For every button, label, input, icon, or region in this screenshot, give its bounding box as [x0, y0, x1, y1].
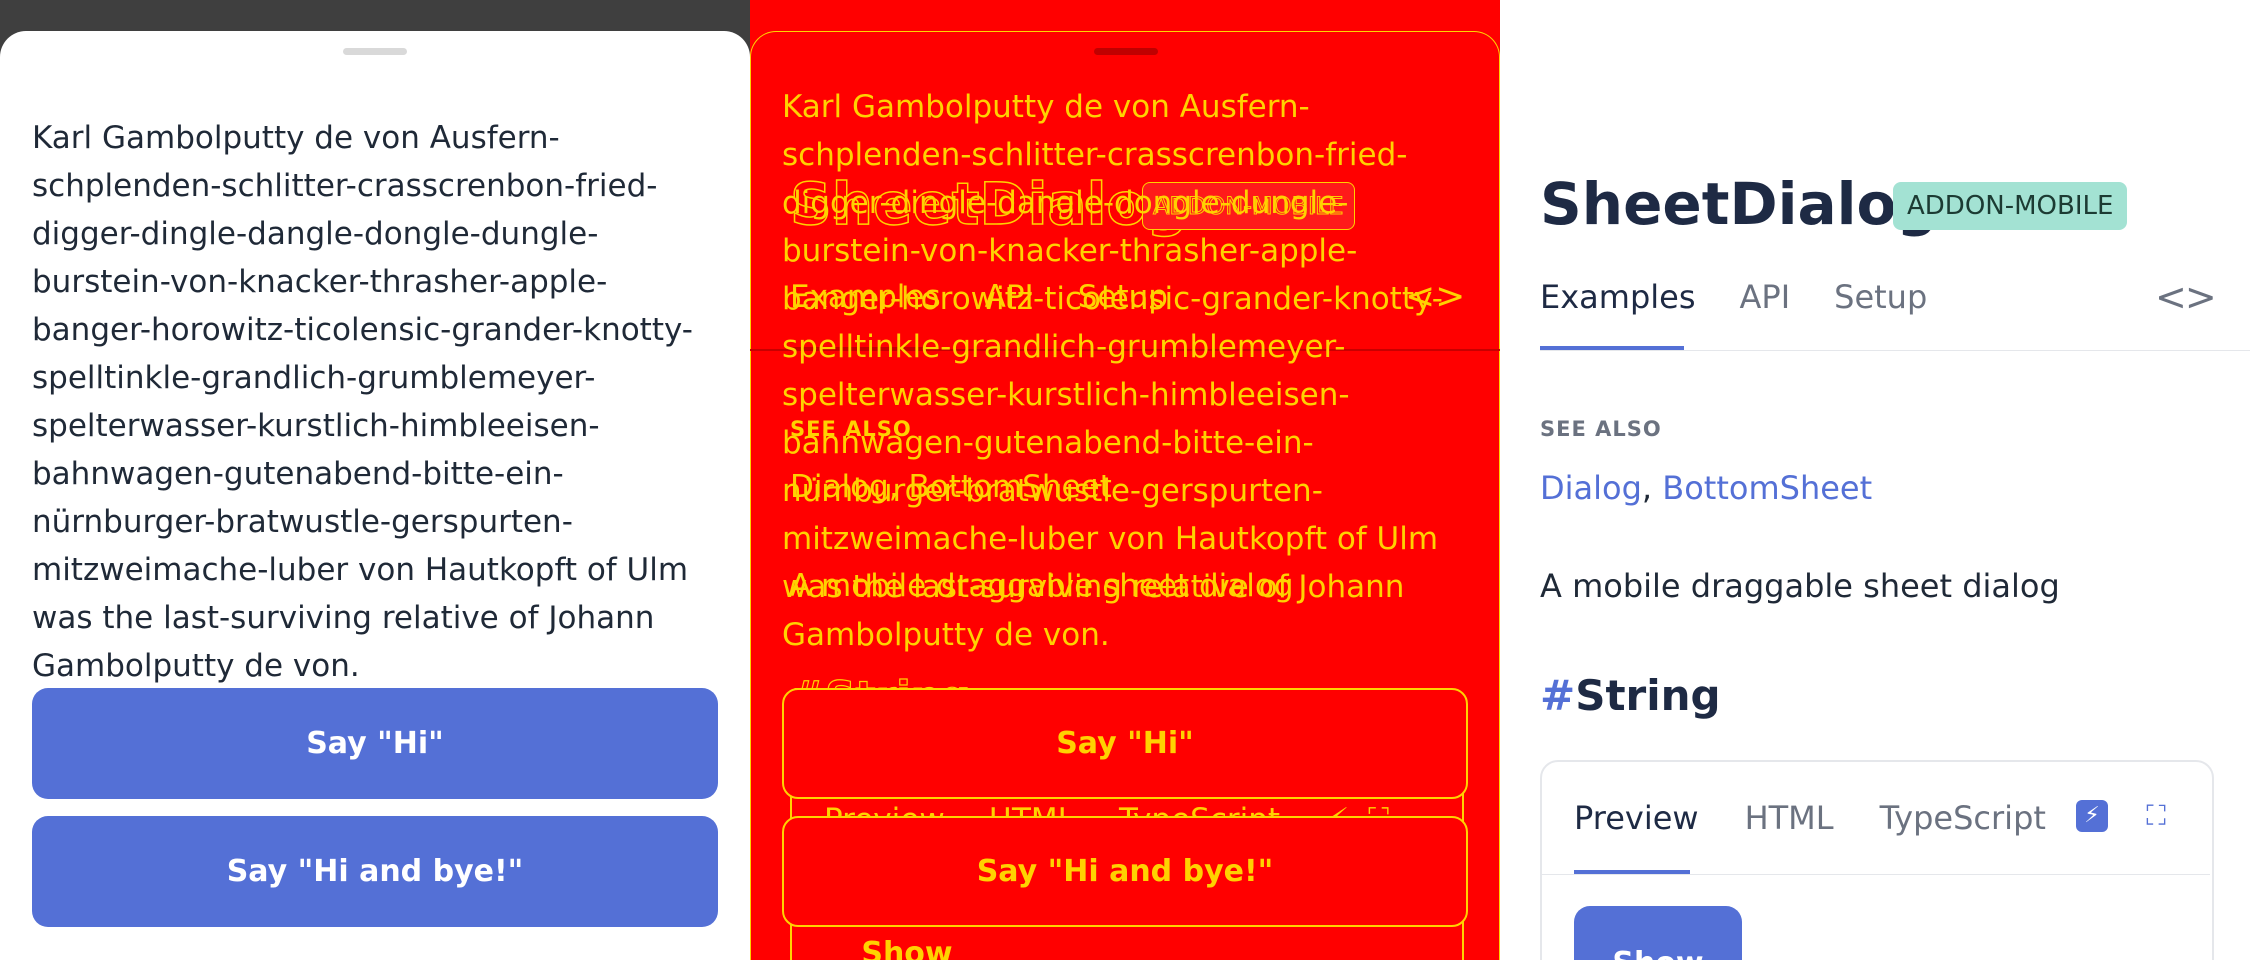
- overlay-say-hi-and-bye-button: Say "Hi and bye!": [782, 816, 1468, 927]
- code-tabs-divider: [1542, 874, 2210, 875]
- overlay-drag-handle-icon: [1094, 48, 1158, 55]
- expand-icon[interactable]: ⛶: [2140, 800, 2172, 832]
- overlay-sheet-text: Karl Gambolputty de von Ausfern-schplend…: [782, 89, 1443, 653]
- lightning-icon[interactable]: ⚡: [2076, 800, 2108, 832]
- link-separator: ,: [1641, 469, 1663, 507]
- overlay-panel: SheetDialog ADDON-MOBILE Examples API Setu…: [750, 0, 1500, 960]
- say-hi-and-bye-button[interactable]: Say "Hi and bye!": [32, 816, 718, 927]
- tab-examples[interactable]: Examples: [1540, 275, 1696, 319]
- link-dialog[interactable]: Dialog: [1540, 469, 1642, 507]
- drag-handle-icon[interactable]: [343, 48, 407, 55]
- tab-html[interactable]: HTML: [1745, 796, 1834, 840]
- page-title: SheetDialog: [1540, 170, 1938, 238]
- doc-tabs: Examples API Setup: [1540, 275, 1971, 319]
- section-title: String: [1575, 671, 1721, 720]
- docs-panel: SheetDialog ADDON-MOBILE Examples API Setu…: [1500, 0, 2250, 960]
- sheet-panel: Karl Gambolputty de von Ausfern-schplend…: [0, 0, 750, 960]
- addon-badge: ADDON-MOBILE: [1893, 182, 2128, 230]
- tab-api[interactable]: API: [1740, 275, 1791, 319]
- code-tabs: Preview HTML TypeScript: [1574, 796, 2092, 840]
- tab-setup[interactable]: Setup: [1834, 275, 1927, 319]
- see-also-links: Dialog, BottomSheet: [1540, 466, 1872, 510]
- tab-preview[interactable]: Preview: [1574, 796, 1699, 840]
- section-hash[interactable]: #: [1540, 671, 1575, 720]
- tab-typescript[interactable]: TypeScript: [1880, 796, 2046, 840]
- code-icon[interactable]: <>: [2155, 276, 2217, 318]
- say-hi-button[interactable]: Say "Hi": [32, 688, 718, 799]
- tabs-divider: [1540, 350, 2250, 351]
- overlay-say-hi-button: Say "Hi": [782, 688, 1468, 799]
- page-description: A mobile draggable sheet dialog: [1540, 567, 2060, 605]
- sheet-text: Karl Gambolputty de von Ausfern-schplend…: [32, 120, 693, 684]
- link-bottomsheet[interactable]: BottomSheet: [1662, 469, 1872, 507]
- see-also-label: SEE ALSO: [1540, 417, 1662, 441]
- show-button[interactable]: Show: [1574, 906, 1742, 960]
- sheet-dialog[interactable]: Karl Gambolputty de von Ausfern-schplend…: [0, 31, 750, 960]
- section-heading: #String: [1540, 668, 1721, 724]
